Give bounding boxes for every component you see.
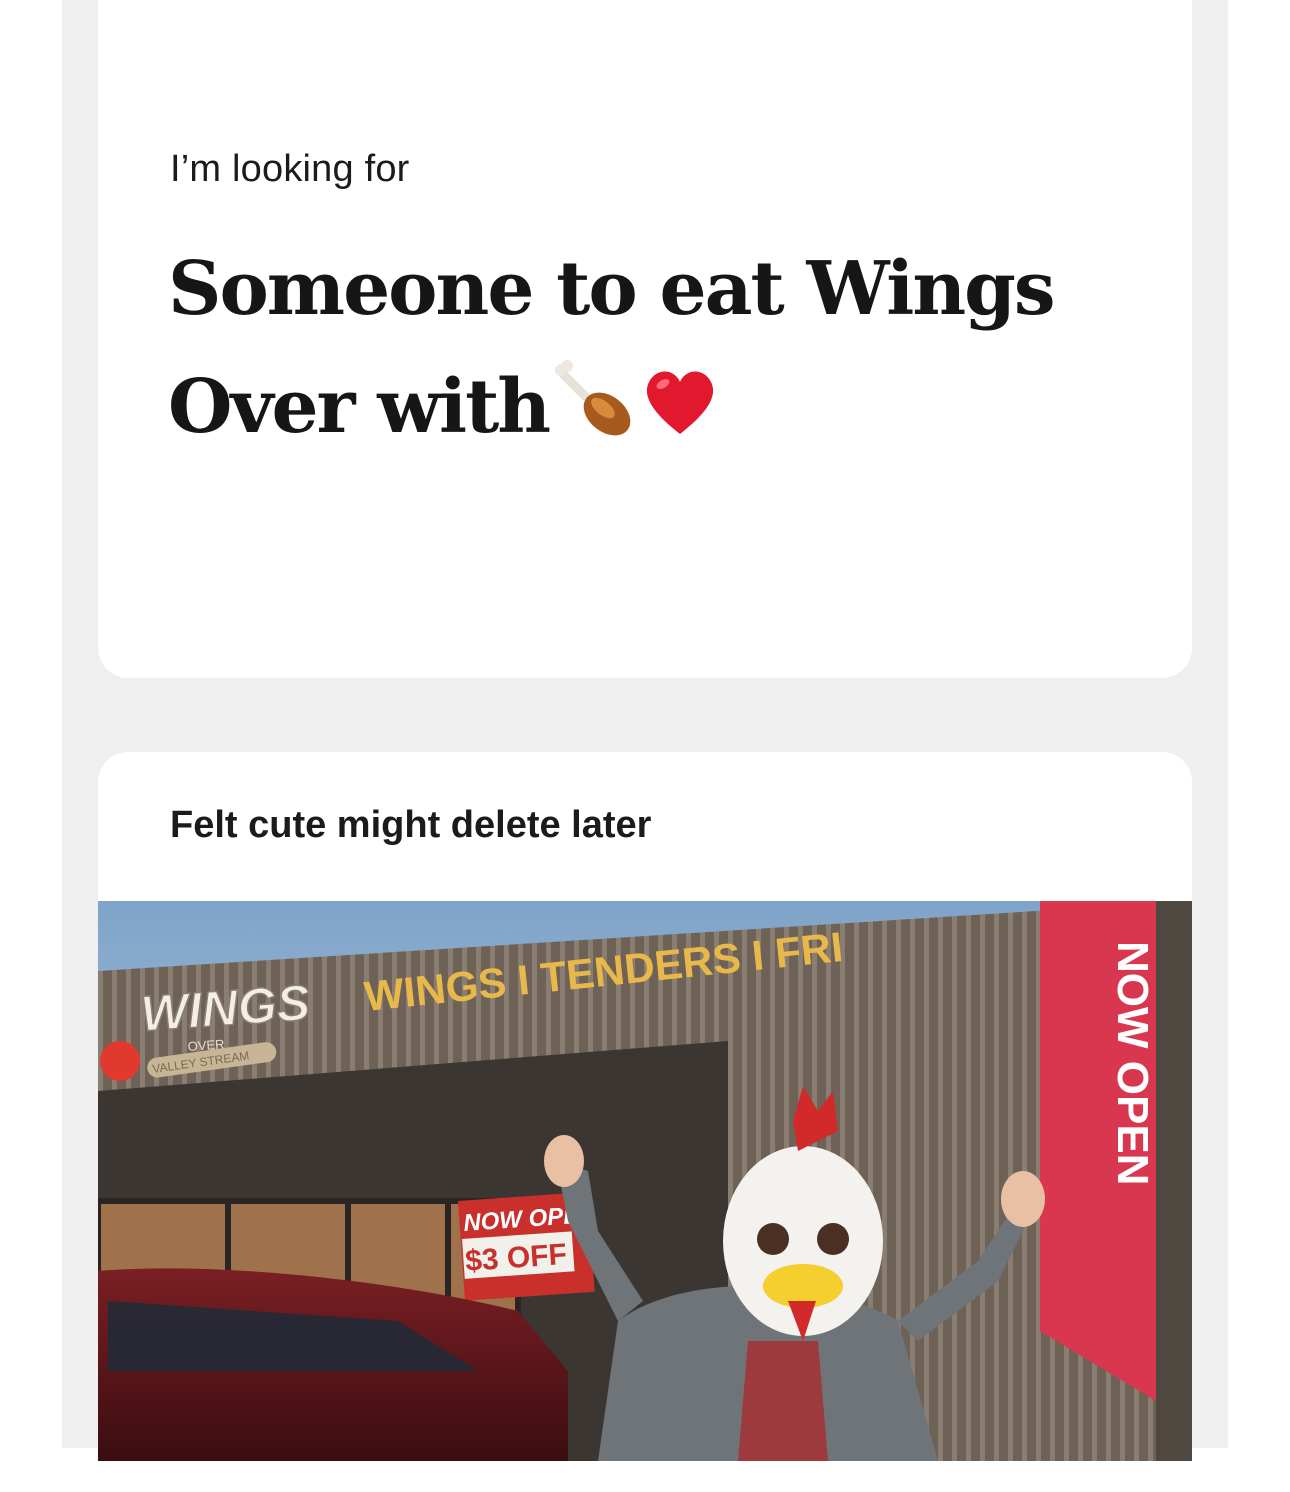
photo-card[interactable]: Felt cute might delete later WINGS OVER … — [98, 752, 1192, 1492]
banner-text: NOW OPEN — [1108, 941, 1157, 1185]
prompt-card[interactable]: I’m looking for Someone to eat Wings Ove… — [98, 0, 1192, 678]
prompt-answer: Someone to eat Wings Over with — [168, 230, 1148, 476]
now-open-banner: NOW OPEN — [1040, 901, 1160, 1401]
profile-photo[interactable]: WINGS OVER VALLEY STREAM WINGS I TENDERS… — [98, 901, 1192, 1461]
photo-caption: Felt cute might delete later — [170, 804, 652, 846]
logo-text: WINGS — [139, 974, 312, 1042]
poultry-leg-icon — [553, 358, 635, 476]
prompt-label: I’m looking for — [170, 148, 410, 190]
red-heart-icon — [639, 358, 721, 476]
